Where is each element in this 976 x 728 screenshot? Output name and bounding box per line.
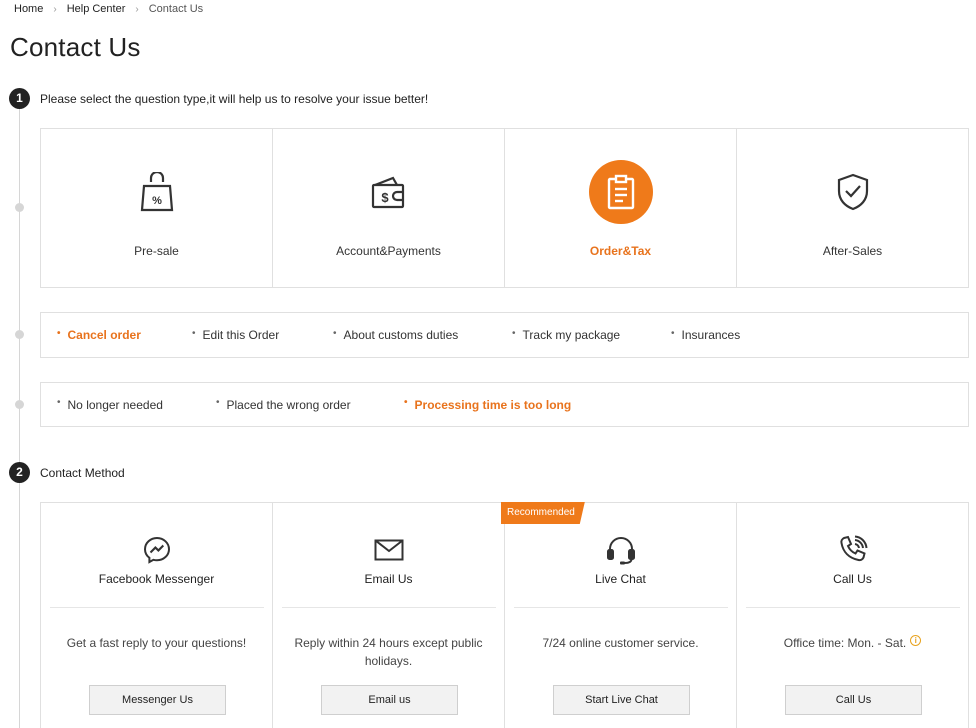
- method-description: Reply within 24 hours except public holi…: [294, 636, 483, 668]
- bullet-icon: •: [216, 397, 220, 408]
- shopping-bag-percent-icon: %: [125, 160, 189, 224]
- question-type-account-payments[interactable]: $ Account&Payments: [273, 129, 505, 287]
- contact-method-grid: Facebook Messenger Get a fast reply to y…: [40, 502, 969, 728]
- bullet-icon: •: [333, 327, 337, 339]
- topic-track-package[interactable]: • Track my package: [512, 327, 621, 343]
- envelope-icon: [374, 535, 404, 565]
- question-type-label: After-Sales: [822, 244, 883, 258]
- breadcrumb-help-center[interactable]: Help Center: [67, 3, 126, 15]
- divider: [49, 607, 264, 608]
- svg-text:%: %: [152, 195, 162, 207]
- divider: [745, 607, 960, 608]
- question-type-after-sales[interactable]: After-Sales: [737, 129, 968, 287]
- method-name: Facebook Messenger: [98, 572, 215, 586]
- divider: [281, 607, 496, 608]
- reason-processing-time[interactable]: • Processing time is too long: [404, 397, 572, 412]
- phone-icon: [838, 535, 868, 565]
- step-number-1: 1: [9, 88, 30, 109]
- breadcrumb-separator: ›: [135, 3, 139, 15]
- reason-label: No longer needed: [67, 397, 163, 412]
- method-name: Email Us: [364, 572, 413, 586]
- topic-edit-order[interactable]: • Edit this Order: [192, 327, 280, 343]
- breadcrumb-home[interactable]: Home: [14, 3, 43, 15]
- email-us-button[interactable]: Email us: [321, 685, 458, 715]
- bullet-icon: •: [671, 327, 675, 339]
- step-number-2: 2: [9, 462, 30, 483]
- method-facebook-messenger: Facebook Messenger Get a fast reply to y…: [41, 503, 273, 728]
- recommended-badge: Recommended: [501, 502, 585, 524]
- wallet-dollar-icon: $: [357, 160, 421, 224]
- method-description: 7/24 online customer service.: [542, 636, 699, 650]
- method-name: Call Us: [833, 572, 872, 586]
- timeline-line: [19, 482, 20, 728]
- page-title: Contact Us: [10, 32, 141, 62]
- divider: [513, 607, 728, 608]
- bullet-icon: •: [57, 397, 61, 408]
- bullet-icon: •: [404, 397, 408, 408]
- breadcrumb: Home › Help Center › Contact Us: [14, 3, 203, 15]
- reason-label: Placed the wrong order: [226, 397, 351, 412]
- timeline-line: [19, 108, 20, 468]
- messenger-us-button[interactable]: Messenger Us: [89, 685, 226, 715]
- cancel-reason-row: • No longer needed • Placed the wrong or…: [40, 382, 969, 427]
- timeline-dot: [15, 400, 24, 409]
- bullet-icon: •: [57, 327, 61, 339]
- question-type-order-tax[interactable]: Order&Tax: [505, 129, 737, 287]
- method-description: Get a fast reply to your questions!: [66, 636, 247, 650]
- headset-icon: [606, 535, 636, 565]
- topic-cancel-order[interactable]: • Cancel order: [57, 327, 141, 343]
- method-description: Office time: Mon. - Sat.: [783, 636, 907, 650]
- method-call-us: Call Us Office time: Mon. - Sat. i Call …: [737, 503, 968, 728]
- breadcrumb-current: Contact Us: [148, 3, 204, 15]
- question-type-label: Account&Payments: [336, 244, 441, 258]
- reason-label: Processing time is too long: [414, 397, 572, 412]
- question-type-pre-sale[interactable]: % Pre-sale: [41, 129, 273, 287]
- timeline-dot: [15, 330, 24, 339]
- reason-wrong-order[interactable]: • Placed the wrong order: [216, 397, 351, 412]
- svg-text:$: $: [381, 190, 389, 205]
- bullet-icon: •: [512, 327, 516, 339]
- method-description-wrap: Office time: Mon. - Sat. i: [753, 634, 953, 670]
- topic-label: Insurances: [681, 328, 741, 342]
- start-live-chat-button[interactable]: Start Live Chat: [553, 685, 690, 715]
- shield-check-icon: [821, 160, 885, 224]
- reason-no-longer-needed[interactable]: • No longer needed: [57, 397, 163, 412]
- topic-label: Edit this Order: [202, 328, 280, 342]
- step2-label: Contact Method: [40, 466, 125, 480]
- timeline-dot: [15, 203, 24, 212]
- order-topic-row: • Cancel order • Edit this Order • About…: [40, 312, 969, 358]
- call-us-button[interactable]: Call Us: [785, 685, 922, 715]
- question-type-grid: % Pre-sale $ Account&Payments Order&Tax …: [40, 128, 969, 288]
- topic-insurances[interactable]: • Insurances: [671, 327, 741, 343]
- question-type-label: Order&Tax: [589, 244, 652, 258]
- method-email: Email Us Reply within 24 hours except pu…: [273, 503, 505, 728]
- question-type-label: Pre-sale: [134, 244, 179, 258]
- bullet-icon: •: [192, 327, 196, 339]
- topic-label: Track my package: [522, 328, 621, 342]
- topic-label: Cancel order: [67, 328, 141, 342]
- breadcrumb-separator: ›: [53, 3, 57, 15]
- step1-label: Please select the question type,it will …: [40, 92, 429, 106]
- messenger-icon: [143, 535, 171, 565]
- method-name: Live Chat: [595, 572, 646, 586]
- method-live-chat: Recommended Live Chat 7/24 online custom…: [501, 502, 737, 728]
- topic-customs-duties[interactable]: • About customs duties: [333, 327, 459, 343]
- topic-label: About customs duties: [343, 328, 459, 342]
- clipboard-icon: [588, 160, 653, 224]
- info-icon[interactable]: i: [910, 635, 922, 646]
